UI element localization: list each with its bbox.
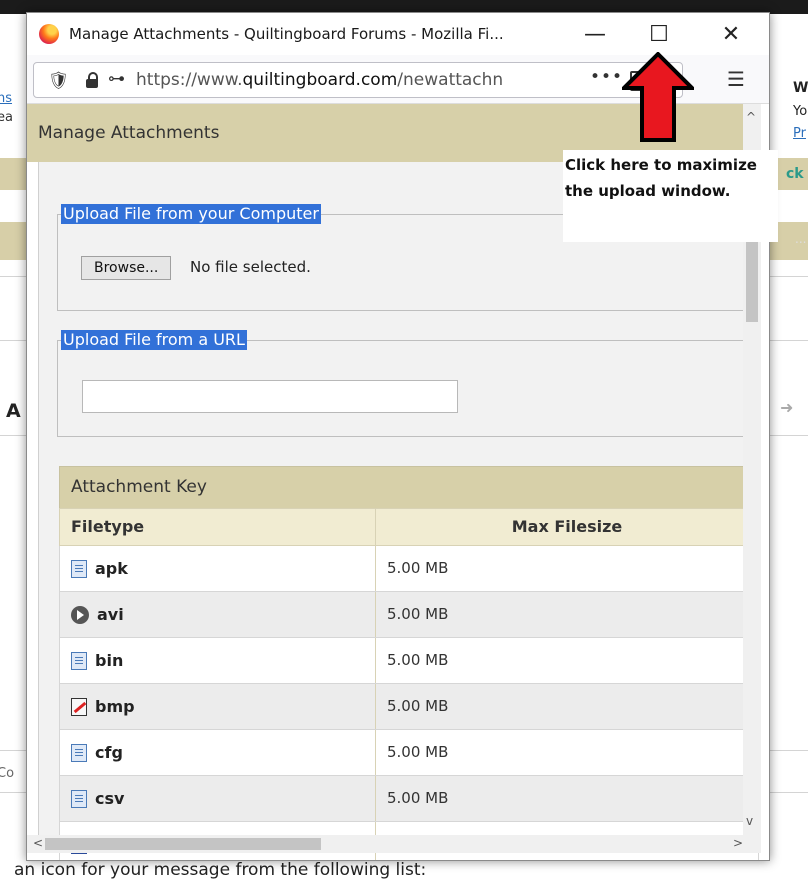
scroll-left-arrow-icon[interactable]: < <box>33 836 43 850</box>
upload-computer-legend: Upload File from your Computer <box>61 204 321 224</box>
filetype-cell: bin <box>60 638 376 683</box>
table-row: avi 5.00 MB <box>59 592 759 638</box>
column-header-filetype: Filetype <box>60 509 376 545</box>
background-dots: ... <box>795 232 807 246</box>
background-field-text: Co <box>0 766 15 781</box>
table-row: csv 5.00 MB <box>59 776 759 822</box>
filesize-cell: 5.00 MB <box>387 651 449 669</box>
vertical-scroll-thumb[interactable] <box>746 234 758 322</box>
background-heading: W <box>793 80 808 96</box>
filetype-label: avi <box>97 605 124 624</box>
table-row: bmp 5.00 MB <box>59 684 759 730</box>
background-bold-text: ck <box>786 166 804 182</box>
upload-url-legend: Upload File from a URL <box>61 330 247 350</box>
table-header: Filetype Max Filesize <box>59 508 759 546</box>
filetype-cell: apk <box>60 546 376 591</box>
scroll-right-arrow-icon[interactable]: > <box>733 836 743 850</box>
filetype-label: csv <box>95 789 125 808</box>
close-button[interactable]: ✕ <box>707 13 755 55</box>
table-row: apk 5.00 MB <box>59 546 759 592</box>
firefox-logo-icon <box>39 24 59 44</box>
image-icon <box>71 697 87 716</box>
filetype-label: bin <box>95 651 124 670</box>
url-domain: quiltingboard.com <box>242 70 398 90</box>
background-link[interactable]: ns <box>0 91 12 106</box>
forward-arrow-icon[interactable]: ➜ <box>780 398 793 417</box>
filesize-cell: 5.00 MB <box>387 605 449 623</box>
document-icon <box>71 559 87 578</box>
filetype-label: apk <box>95 559 128 578</box>
upload-panel: Upload File from your Computer Browse...… <box>38 162 759 860</box>
maximize-button[interactable]: ☐ <box>635 13 683 55</box>
filesize-cell: 5.00 MB <box>387 743 449 761</box>
red-arrow-shape <box>622 52 694 142</box>
filetype-cell: csv <box>60 776 376 821</box>
filetype-cell: bmp <box>60 684 376 729</box>
upload-url-input[interactable] <box>82 380 458 413</box>
annotation-callout: Click here to maximize the upload window… <box>563 150 778 242</box>
filetype-label: bmp <box>95 697 135 716</box>
address-bar[interactable]: 🛡 ⊶ https://www.quiltingboard.com/newatt… <box>33 62 683 98</box>
column-header-max-filesize: Max Filesize <box>511 517 623 536</box>
background-text: Yo <box>793 104 808 119</box>
video-icon <box>71 605 89 624</box>
background-link[interactable]: Pr <box>793 126 806 141</box>
table-row: cfg 5.00 MB <box>59 730 759 776</box>
red-arrow-annotation-icon <box>622 52 694 142</box>
document-icon <box>71 789 87 808</box>
filetype-cell: cfg <box>60 730 376 775</box>
filetype-cell: avi <box>60 592 376 637</box>
filesize-cell: 5.00 MB <box>387 789 449 807</box>
url-prefix: https://www. <box>136 70 243 90</box>
annotation-text: Click here to maximize the upload window… <box>565 156 757 200</box>
lock-icon[interactable] <box>86 72 98 88</box>
horizontal-scrollbar[interactable]: < > <box>27 835 761 853</box>
attachment-key-table: Attachment Key Filetype Max Filesize apk… <box>59 466 759 860</box>
title-bar[interactable]: Manage Attachments - Quiltingboard Forum… <box>27 13 769 55</box>
document-icon <box>71 651 87 670</box>
table-row: bin 5.00 MB <box>59 638 759 684</box>
background-heading-letter: A <box>6 400 21 422</box>
scroll-down-arrow-icon[interactable]: v <box>746 814 753 828</box>
background-text: ea <box>0 110 13 125</box>
tracking-protection-shield-icon[interactable]: 🛡 <box>48 71 70 91</box>
file-status: No file selected. <box>190 258 311 276</box>
filetype-label: cfg <box>95 743 123 762</box>
attachment-key-title: Attachment Key <box>59 466 759 508</box>
permissions-icon[interactable]: ⊶ <box>108 69 125 89</box>
minimize-button[interactable]: — <box>571 13 619 55</box>
page-actions-button[interactable]: ••• <box>590 67 623 87</box>
scroll-up-arrow-icon[interactable]: ^ <box>746 110 756 124</box>
url-path: /newattachn <box>397 70 504 90</box>
document-icon <box>71 743 87 762</box>
menu-icon[interactable]: ☰ <box>727 67 745 91</box>
horizontal-scroll-thumb[interactable] <box>45 838 321 850</box>
page-title: Manage Attachments <box>38 123 220 143</box>
browse-button[interactable]: Browse... <box>81 256 172 280</box>
window-title: Manage Attachments - Quiltingboard Forum… <box>69 25 504 43</box>
url-text[interactable]: https://www.quiltingboard.com/newattachn <box>136 70 503 90</box>
filesize-cell: 5.00 MB <box>387 697 449 715</box>
filesize-cell: 5.00 MB <box>387 559 449 577</box>
background-bottom-label: an icon for your message from the follow… <box>14 860 427 879</box>
